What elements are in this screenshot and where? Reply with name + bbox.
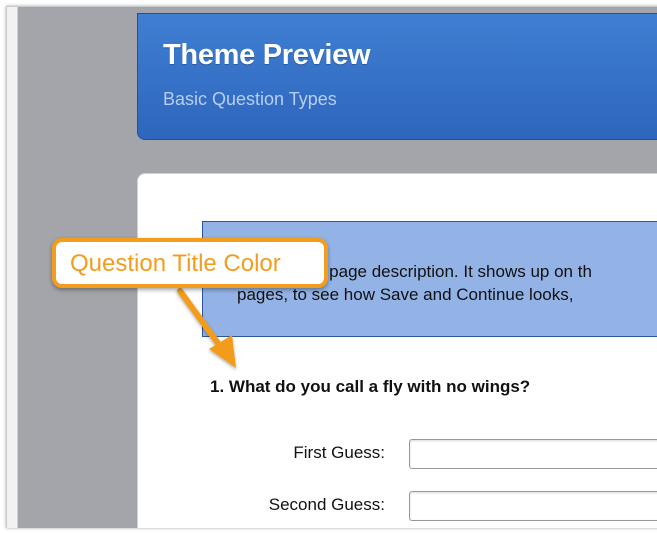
page-description-line: pages, to see how Save and Continue look… [237, 285, 574, 304]
theme-subtitle: Basic Question Types [163, 89, 337, 109]
first-guess-input[interactable] [409, 439, 657, 469]
theme-header: Theme Preview Basic Question Types [137, 13, 657, 140]
second-guess-input[interactable] [409, 491, 657, 521]
second-guess-label: Second Guess: [268, 495, 385, 514]
question-title: 1. What do you call a fly with no wings? [210, 377, 531, 396]
page-description-line: e page description. It shows up on th [315, 262, 592, 281]
first-guess-label: First Guess: [293, 443, 385, 462]
annotation-callout-text: Question Title Color [70, 250, 281, 277]
survey-page-panel: e page description. It shows up on th pa… [137, 173, 657, 528]
left-strip [7, 7, 18, 528]
theme-title: Theme Preview [163, 39, 371, 71]
annotation-callout: Question Title Color [52, 238, 328, 288]
